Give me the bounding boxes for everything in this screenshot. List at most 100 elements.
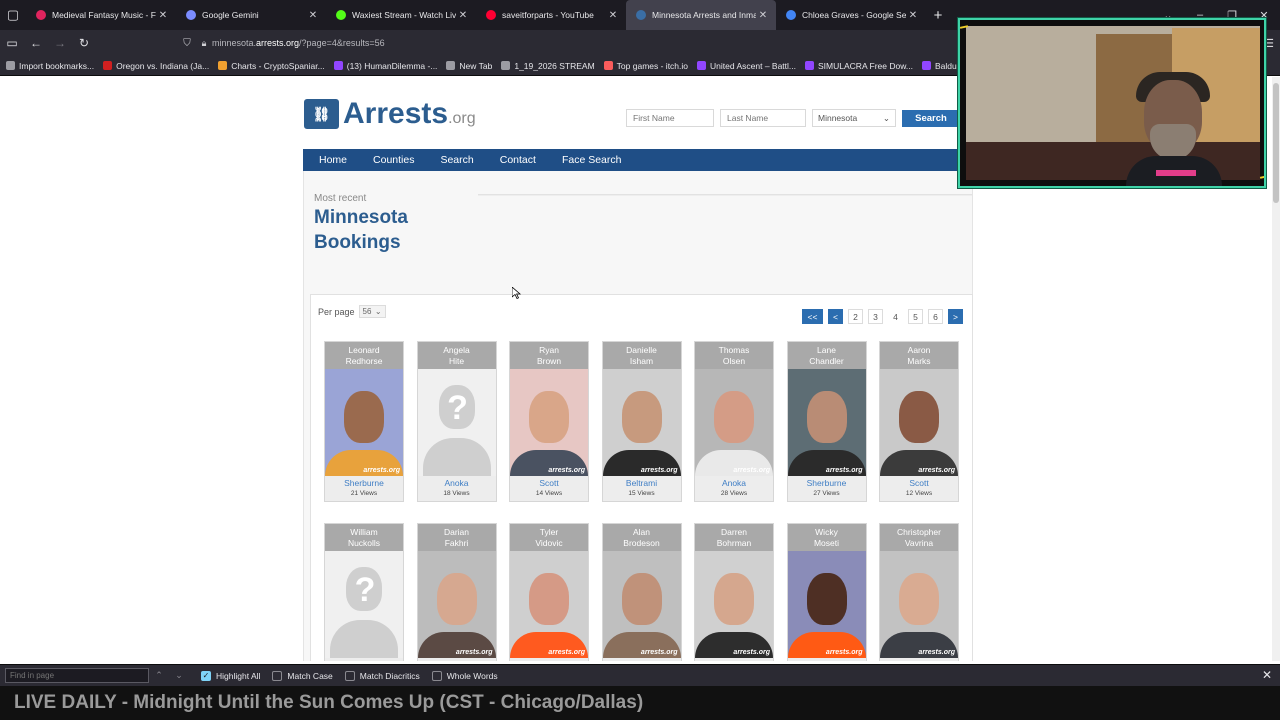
county-link[interactable]: Anoka <box>695 478 773 490</box>
forward-icon[interactable]: → <box>48 30 72 56</box>
nav-link-search[interactable]: Search <box>440 154 473 166</box>
county-link[interactable] <box>788 660 866 661</box>
bookmark-item[interactable]: United Ascent – Battl... <box>697 61 796 71</box>
county-link[interactable]: Scott <box>510 478 588 490</box>
checkbox-icon[interactable] <box>344 670 355 681</box>
page-5-button[interactable]: 5 <box>908 309 923 324</box>
county-link[interactable] <box>603 660 681 661</box>
tab-close-icon[interactable]: ✕ <box>756 10 770 21</box>
nav-link-contact[interactable]: Contact <box>500 154 536 166</box>
per-page-select[interactable]: 56 ⌄ <box>358 305 386 318</box>
booking-card[interactable]: Ryan Brown arrests.org Scott 14 Views <box>509 341 589 502</box>
browser-tab[interactable]: Google Gemini ✕ <box>176 0 326 30</box>
bookmark-item[interactable]: (13) HumanDilemma -... <box>333 61 437 71</box>
county-link[interactable]: Sherburne <box>788 478 866 490</box>
booking-card[interactable]: Tyler Vidovic arrests.org <box>509 523 589 661</box>
bookmark-item[interactable]: SIMULACRA Free Dow... <box>805 61 913 71</box>
scrollbar-thumb[interactable] <box>1273 83 1279 203</box>
booking-card[interactable]: Angela Hite? Anoka 18 Views <box>416 341 497 502</box>
booking-card[interactable]: Darian Fakhri arrests.org <box>416 523 497 661</box>
mugshot-photo[interactable]: arrests.org <box>417 551 496 658</box>
find-previous-icon[interactable]: ⌃ <box>149 670 169 681</box>
mugshot-photo[interactable]: arrests.org <box>880 369 958 476</box>
close-find-bar-icon[interactable]: ✕ <box>1262 668 1272 682</box>
county-link[interactable]: Scott <box>880 478 958 490</box>
browser-tab[interactable]: Minnesota Arrests and Inmate ✕ <box>626 0 776 30</box>
first-page-button[interactable]: << <box>802 309 823 324</box>
site-logo[interactable]: ⛓ Arrests .org <box>304 99 476 129</box>
no-photo-placeholder[interactable]: ? <box>417 369 496 476</box>
booking-card[interactable]: Wicky Moseti arrests.org <box>786 523 867 661</box>
address-bar[interactable]: ⛉ 🔒︎ minnesota. arrests.org/?page=4&resul… <box>178 33 958 53</box>
new-tab-icon[interactable]: + <box>926 7 950 24</box>
bookmark-item[interactable]: 1_19_2026 STREAM <box>501 61 595 71</box>
search-button[interactable]: Search <box>902 109 960 127</box>
bookmark-item[interactable]: Import bookmarks... <box>6 61 94 71</box>
back-icon[interactable]: ← <box>24 30 48 56</box>
find-in-page-input[interactable] <box>5 668 149 683</box>
mugshot-photo[interactable]: arrests.org <box>602 551 681 658</box>
county-link[interactable] <box>695 660 773 661</box>
bookmark-item[interactable]: Top games - itch.io <box>603 61 688 71</box>
tab-list-icon[interactable]: ▢ <box>0 0 26 30</box>
mugshot-photo[interactable]: arrests.org <box>510 369 588 476</box>
page-3-button[interactable]: 3 <box>868 309 883 324</box>
mugshot-photo[interactable]: arrests.org <box>880 551 958 658</box>
nav-link-counties[interactable]: Counties <box>373 154 414 166</box>
mugshot-photo[interactable]: arrests.org <box>695 551 773 658</box>
find-option-match-diacritics[interactable]: Match Diacritics <box>344 670 420 681</box>
mugshot-photo[interactable]: arrests.org <box>510 551 588 658</box>
bookmark-item[interactable]: Oregon vs. Indiana (Ja... <box>103 61 209 71</box>
county-link[interactable]: Sherburne <box>325 478 403 490</box>
sidebar-toggle-icon[interactable]: ▭ <box>0 30 24 56</box>
tab-close-icon[interactable]: ✕ <box>156 10 170 21</box>
booking-card[interactable]: Alan Brodeson arrests.org <box>601 523 682 661</box>
next-page-button[interactable]: > <box>948 309 963 324</box>
checkbox-icon[interactable] <box>431 670 442 681</box>
bookmark-item[interactable]: Charts - CryptoSpaniar... <box>218 61 325 71</box>
browser-tab[interactable]: Medieval Fantasy Music - F ✕ <box>26 0 176 30</box>
tab-close-icon[interactable]: ✕ <box>906 10 920 21</box>
booking-card[interactable]: Danielle Isham arrests.org Beltrami 15 Views <box>601 341 682 502</box>
first-name-input[interactable] <box>626 109 714 127</box>
booking-card[interactable]: Darren Bohrman arrests.org <box>694 523 774 661</box>
booking-card[interactable]: Christopher Vavrina arrests.org <box>879 523 959 661</box>
booking-card[interactable]: William Nuckolls? <box>324 523 404 661</box>
tab-close-icon[interactable]: ✕ <box>606 10 620 21</box>
state-select[interactable]: Minnesota ⌄ <box>812 109 896 127</box>
booking-card[interactable]: Leonard Redhorse arrests.org Sherburne 21 Vi… <box>324 341 404 502</box>
last-name-input[interactable] <box>720 109 806 127</box>
find-option-whole-words[interactable]: Whole Words <box>431 670 498 681</box>
county-link[interactable] <box>510 660 588 661</box>
county-link[interactable] <box>880 660 958 661</box>
browser-tab[interactable]: Waxiest Stream - Watch Live on✕ <box>326 0 476 30</box>
mugshot-photo[interactable]: arrests.org <box>325 369 403 476</box>
booking-card[interactable]: Aaron Marks arrests.org Scott 12 Views <box>879 341 959 502</box>
shield-icon[interactable]: ⛉ <box>178 38 196 49</box>
booking-card[interactable]: Lane Chandler arrests.org Sherburne 27 Views <box>786 341 867 502</box>
checkbox-icon[interactable] <box>272 670 283 681</box>
booking-card[interactable]: Thomas Olsen arrests.org Anoka 28 Views <box>694 341 774 502</box>
page-2-button[interactable]: 2 <box>848 309 863 324</box>
find-option-match-case[interactable]: Match Case <box>272 670 333 681</box>
browser-tab[interactable]: saveitforparts - YouTube ✕ <box>476 0 626 30</box>
lock-icon[interactable]: 🔒︎ <box>196 38 212 49</box>
county-link[interactable] <box>325 660 403 661</box>
page-scrollbar[interactable] <box>1272 77 1280 661</box>
no-photo-placeholder[interactable]: ? <box>325 551 403 658</box>
county-link[interactable]: Beltrami <box>603 478 681 490</box>
tab-close-icon[interactable]: ✕ <box>306 10 320 21</box>
mugshot-photo[interactable]: arrests.org <box>695 369 773 476</box>
find-option-highlight-all[interactable]: ✓ Highlight All <box>201 670 260 681</box>
county-link[interactable]: Anoka <box>418 478 496 490</box>
bookmark-item[interactable]: New Tab <box>446 61 492 71</box>
find-next-icon[interactable]: ⌄ <box>169 670 189 681</box>
browser-tab[interactable]: Chloea Graves - Google Search✕ <box>776 0 926 30</box>
county-link[interactable] <box>418 660 496 661</box>
mugshot-photo[interactable]: arrests.org <box>787 551 866 658</box>
nav-link-face-search[interactable]: Face Search <box>562 154 622 166</box>
checkbox-checked-icon[interactable]: ✓ <box>201 670 211 681</box>
prev-page-button[interactable]: < <box>828 309 843 324</box>
reload-icon[interactable]: ↻ <box>72 30 96 56</box>
page-6-button[interactable]: 6 <box>928 309 943 324</box>
